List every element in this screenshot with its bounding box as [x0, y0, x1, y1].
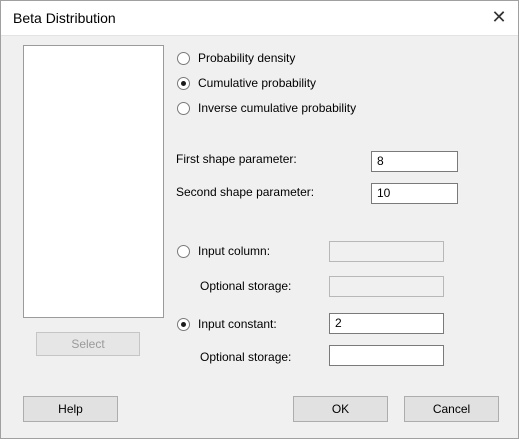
input-column-field[interactable]: [329, 241, 444, 262]
radio-input-constant[interactable]: Input constant:: [177, 316, 277, 332]
second-shape-label: Second shape parameter:: [176, 185, 315, 199]
close-icon[interactable]: ✕: [484, 4, 514, 30]
radio-cumulative-probability[interactable]: Cumulative probability: [177, 75, 316, 91]
help-button[interactable]: Help: [23, 396, 118, 422]
optional-storage-field-1[interactable]: [329, 276, 444, 297]
first-shape-input[interactable]: 8: [371, 151, 458, 172]
optional-storage-label-1: Optional storage:: [200, 279, 292, 293]
first-shape-label: First shape parameter:: [176, 152, 297, 166]
input-constant-field[interactable]: 2: [329, 313, 444, 334]
title-bar: Beta Distribution ✕: [1, 1, 518, 36]
ok-button[interactable]: OK: [293, 396, 388, 422]
dialog-body: Select Probability density Cumulative pr…: [1, 36, 518, 438]
radio-button-icon[interactable]: [177, 51, 190, 65]
dialog-title: Beta Distribution: [13, 10, 116, 26]
second-shape-input[interactable]: 10: [371, 183, 458, 204]
variable-list[interactable]: [23, 45, 164, 318]
radio-label: Cumulative probability: [198, 76, 317, 90]
radio-label: Probability density: [198, 51, 296, 65]
radio-inverse-cumulative-probability[interactable]: Inverse cumulative probability: [177, 100, 356, 116]
radio-label: Input constant:: [198, 317, 277, 331]
optional-storage-field-2[interactable]: [329, 345, 444, 366]
select-button[interactable]: Select: [36, 332, 140, 356]
radio-button-icon[interactable]: [177, 244, 190, 258]
radio-button-icon[interactable]: [177, 101, 190, 115]
beta-distribution-dialog: Beta Distribution ✕ Select Probability d…: [0, 0, 519, 439]
radio-input-column[interactable]: Input column:: [177, 243, 270, 259]
radio-button-icon[interactable]: [177, 76, 190, 90]
radio-label: Input column:: [198, 244, 271, 258]
cancel-button[interactable]: Cancel: [404, 396, 499, 422]
optional-storage-label-2: Optional storage:: [200, 350, 292, 364]
radio-probability-density[interactable]: Probability density: [177, 50, 295, 66]
radio-button-icon[interactable]: [177, 317, 190, 331]
radio-label: Inverse cumulative probability: [198, 101, 357, 115]
